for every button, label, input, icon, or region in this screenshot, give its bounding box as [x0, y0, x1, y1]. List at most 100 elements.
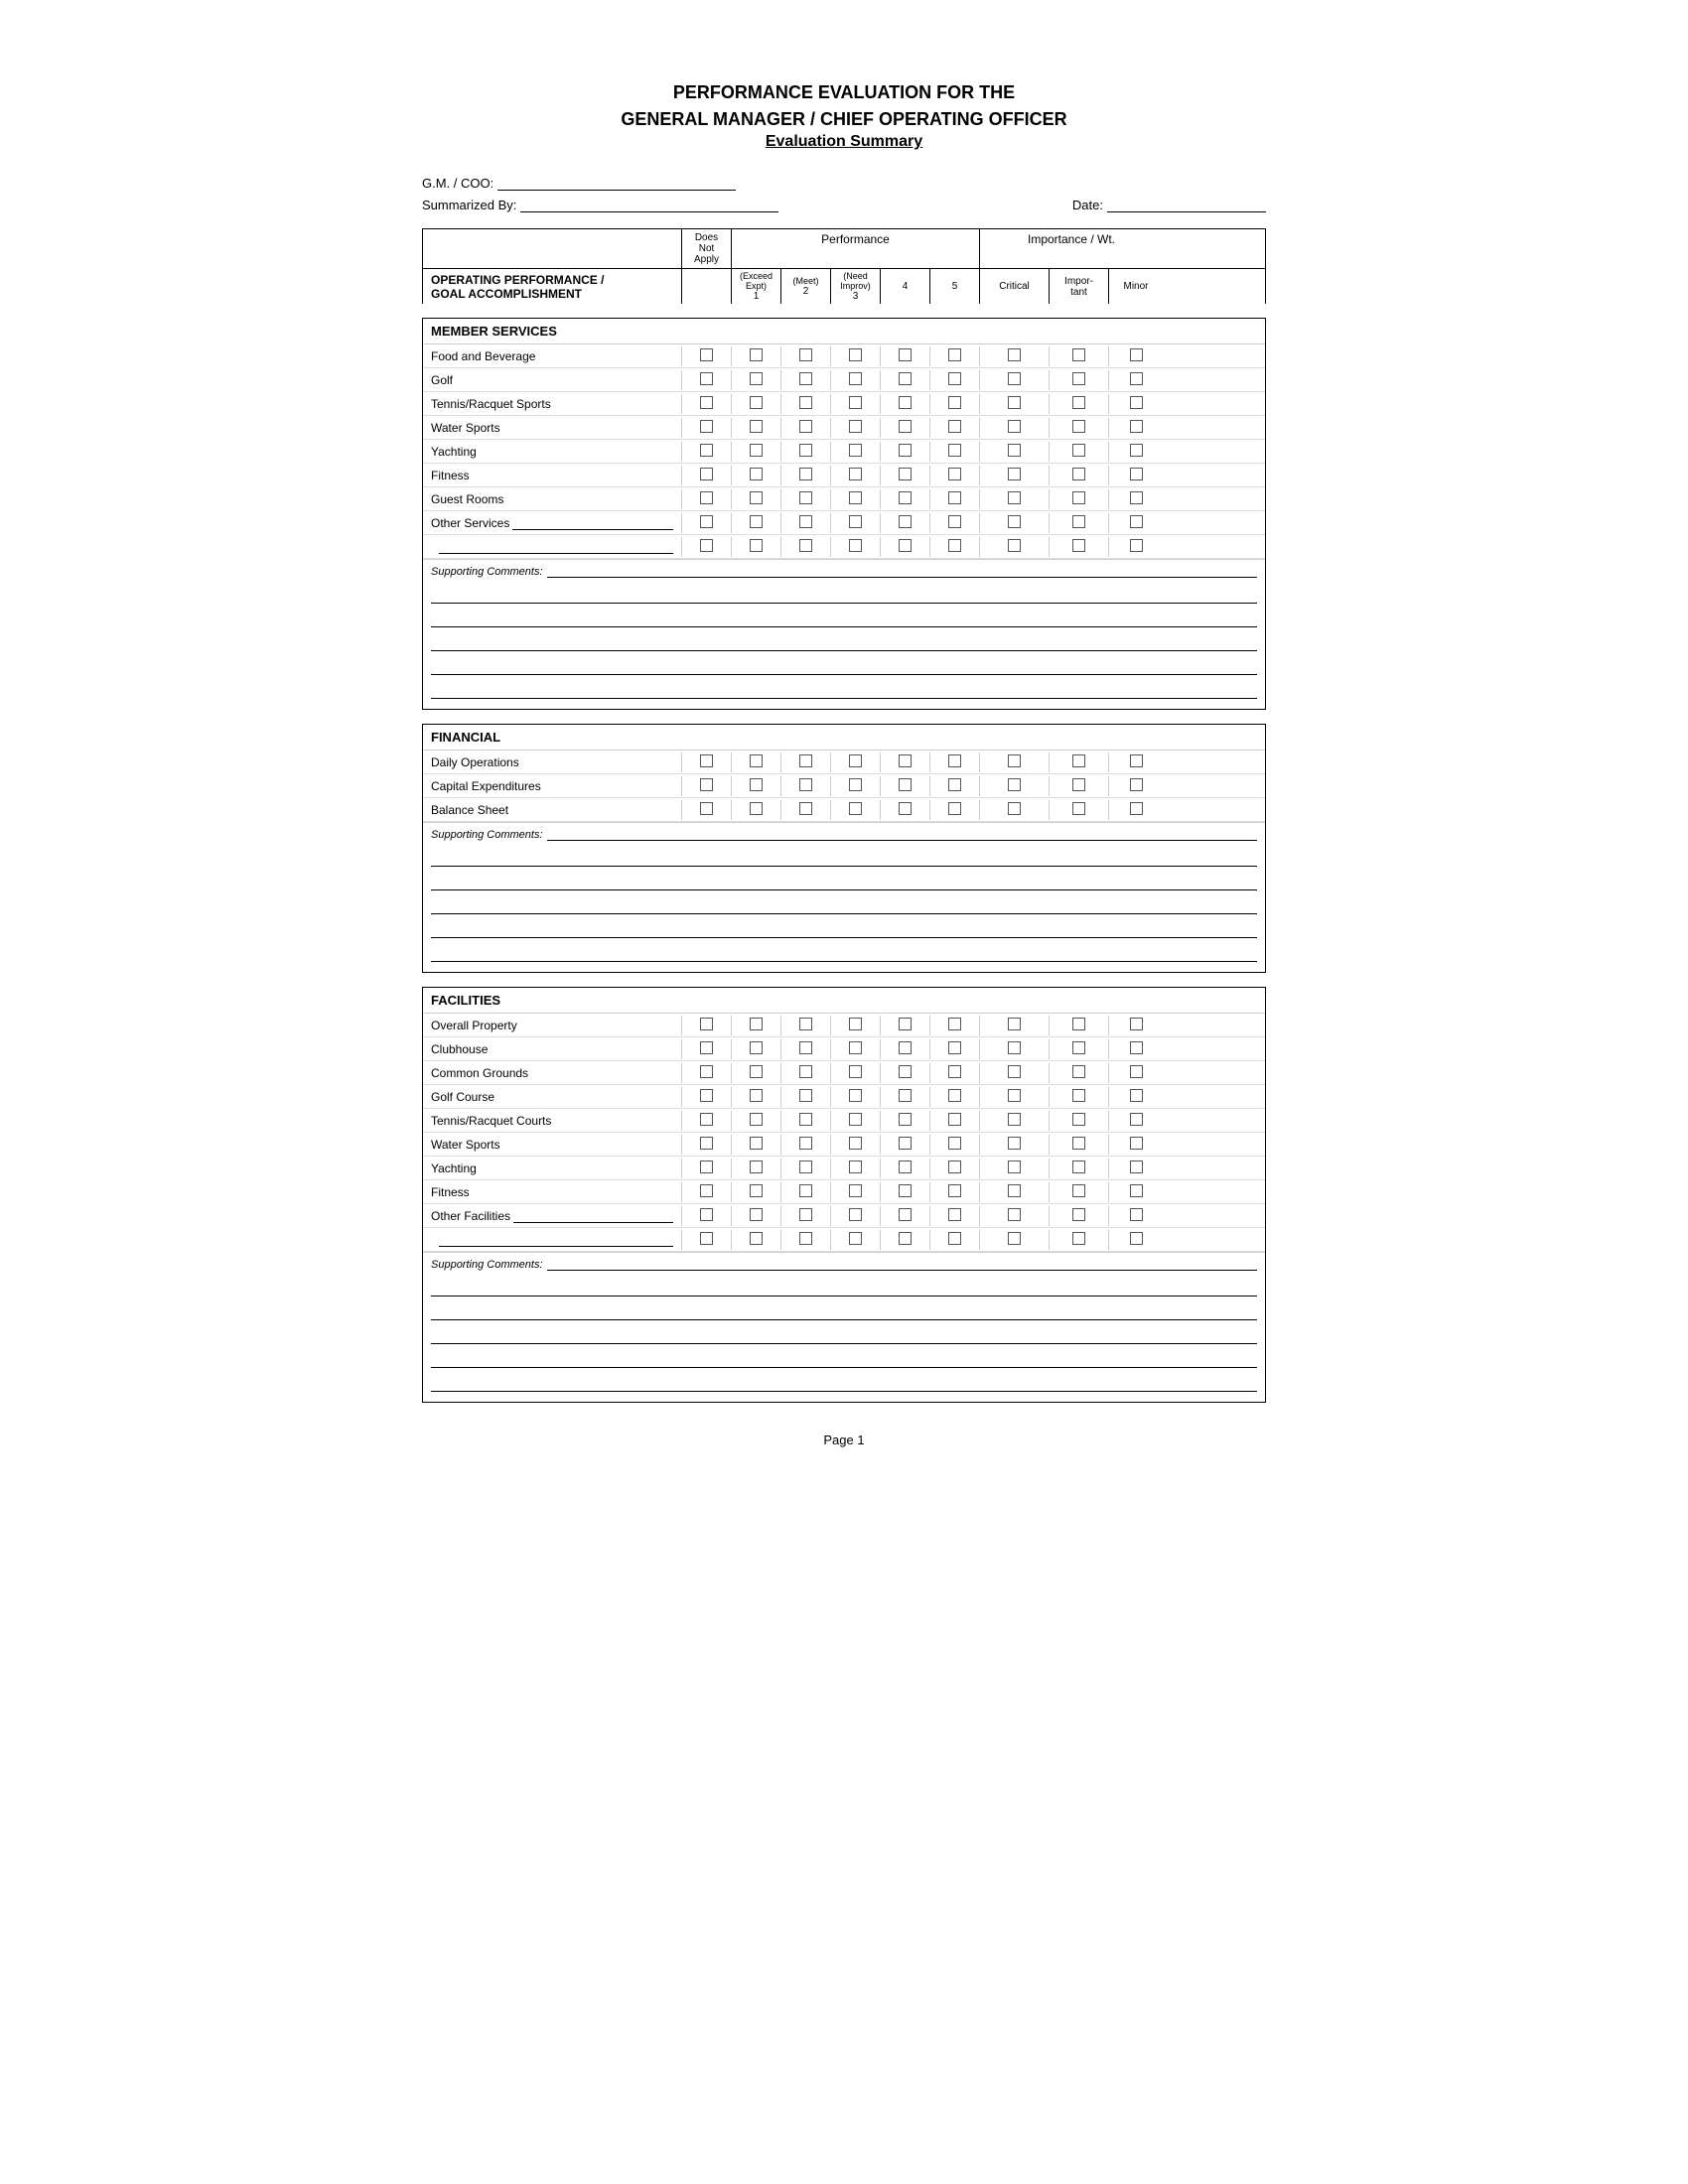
checkbox-cell[interactable]	[780, 800, 830, 820]
checkbox-cell[interactable]	[780, 1063, 830, 1083]
checkbox-cell[interactable]	[731, 442, 780, 462]
checkbox-cell[interactable]	[929, 537, 979, 557]
checkbox-cell[interactable]	[1108, 489, 1163, 509]
checkbox-cell[interactable]	[780, 752, 830, 772]
checkbox-cell[interactable]	[780, 1039, 830, 1059]
checkbox-cell[interactable]	[979, 1182, 1049, 1202]
comment-line[interactable]	[431, 582, 1257, 604]
checkbox-cell[interactable]	[1049, 489, 1108, 509]
checkbox-cell[interactable]	[731, 346, 780, 366]
checkbox-cell[interactable]	[731, 1087, 780, 1107]
checkbox-cell[interactable]	[830, 537, 880, 557]
checkbox-cell[interactable]	[780, 513, 830, 533]
checkbox-cell[interactable]	[780, 1230, 830, 1250]
checkbox-cell[interactable]	[681, 370, 731, 390]
checkbox-cell[interactable]	[1108, 776, 1163, 796]
checkbox-cell[interactable]	[681, 776, 731, 796]
checkbox-cell[interactable]	[929, 394, 979, 414]
checkbox-cell[interactable]	[681, 1230, 731, 1250]
checkbox-cell[interactable]	[1049, 800, 1108, 820]
checkbox-cell[interactable]	[780, 466, 830, 485]
checkbox-cell[interactable]	[880, 1111, 929, 1131]
checkbox-cell[interactable]	[780, 1111, 830, 1131]
checkbox-cell[interactable]	[780, 394, 830, 414]
checkbox-cell[interactable]	[681, 1182, 731, 1202]
checkbox-cell[interactable]	[979, 776, 1049, 796]
checkbox-cell[interactable]	[830, 1016, 880, 1035]
checkbox-cell[interactable]	[780, 776, 830, 796]
checkbox-cell[interactable]	[880, 370, 929, 390]
checkbox-cell[interactable]	[681, 513, 731, 533]
checkbox-cell[interactable]	[1108, 466, 1163, 485]
checkbox-cell[interactable]	[780, 418, 830, 438]
checkbox-cell[interactable]	[1108, 394, 1163, 414]
checkbox-cell[interactable]	[681, 489, 731, 509]
checkbox-cell[interactable]	[1049, 1206, 1108, 1226]
checkbox-cell[interactable]	[1108, 1063, 1163, 1083]
checkbox-cell[interactable]	[731, 370, 780, 390]
checkbox-cell[interactable]	[880, 1087, 929, 1107]
checkbox-cell[interactable]	[1049, 346, 1108, 366]
checkbox-cell[interactable]	[979, 1063, 1049, 1083]
checkbox-cell[interactable]	[1108, 1039, 1163, 1059]
checkbox-cell[interactable]	[731, 1039, 780, 1059]
checkbox-cell[interactable]	[929, 800, 979, 820]
checkbox-cell[interactable]	[979, 1159, 1049, 1178]
checkbox-cell[interactable]	[929, 442, 979, 462]
checkbox-cell[interactable]	[731, 1159, 780, 1178]
checkbox-cell[interactable]	[1049, 1063, 1108, 1083]
checkbox-cell[interactable]	[929, 513, 979, 533]
checkbox-cell[interactable]	[929, 1182, 979, 1202]
checkbox-cell[interactable]	[929, 466, 979, 485]
checkbox-cell[interactable]	[1108, 800, 1163, 820]
checkbox-cell[interactable]	[979, 489, 1049, 509]
checkbox-cell[interactable]	[1049, 418, 1108, 438]
checkbox-cell[interactable]	[880, 1159, 929, 1178]
checkbox-cell[interactable]	[830, 1063, 880, 1083]
checkbox-cell[interactable]	[880, 752, 929, 772]
checkbox-cell[interactable]	[979, 394, 1049, 414]
checkbox-cell[interactable]	[830, 776, 880, 796]
checkbox-cell[interactable]	[731, 537, 780, 557]
checkbox-cell[interactable]	[880, 489, 929, 509]
checkbox-cell[interactable]	[1108, 513, 1163, 533]
checkbox-cell[interactable]	[681, 800, 731, 820]
checkbox-cell[interactable]	[681, 1135, 731, 1155]
checkbox-cell[interactable]	[979, 1087, 1049, 1107]
checkbox-cell[interactable]	[681, 1206, 731, 1226]
comment-line[interactable]	[431, 1298, 1257, 1320]
checkbox-cell[interactable]	[830, 370, 880, 390]
comment-line[interactable]	[431, 845, 1257, 867]
comment-line[interactable]	[431, 916, 1257, 938]
checkbox-cell[interactable]	[1049, 1135, 1108, 1155]
checkbox-cell[interactable]	[830, 1135, 880, 1155]
checkbox-cell[interactable]	[731, 489, 780, 509]
checkbox-cell[interactable]	[1049, 1182, 1108, 1202]
checkbox-cell[interactable]	[830, 394, 880, 414]
checkbox-cell[interactable]	[929, 1230, 979, 1250]
checkbox-cell[interactable]	[681, 1111, 731, 1131]
checkbox-cell[interactable]	[1049, 752, 1108, 772]
checkbox-cell[interactable]	[830, 466, 880, 485]
checkbox-cell[interactable]	[731, 800, 780, 820]
checkbox-cell[interactable]	[780, 1135, 830, 1155]
checkbox-cell[interactable]	[1049, 1159, 1108, 1178]
checkbox-cell[interactable]	[979, 442, 1049, 462]
checkbox-cell[interactable]	[681, 466, 731, 485]
checkbox-cell[interactable]	[780, 370, 830, 390]
checkbox-cell[interactable]	[830, 800, 880, 820]
comment-line[interactable]	[431, 1275, 1257, 1297]
checkbox-cell[interactable]	[979, 1016, 1049, 1035]
checkbox-cell[interactable]	[731, 752, 780, 772]
checkbox-cell[interactable]	[1049, 394, 1108, 414]
checkbox-cell[interactable]	[731, 466, 780, 485]
checkbox-cell[interactable]	[880, 1135, 929, 1155]
comment-line[interactable]	[431, 1370, 1257, 1392]
checkbox-cell[interactable]	[681, 537, 731, 557]
checkbox-cell[interactable]	[681, 394, 731, 414]
checkbox-cell[interactable]	[1049, 442, 1108, 462]
checkbox-cell[interactable]	[681, 752, 731, 772]
checkbox-cell[interactable]	[880, 800, 929, 820]
comment-line[interactable]	[431, 1322, 1257, 1344]
checkbox-cell[interactable]	[880, 776, 929, 796]
